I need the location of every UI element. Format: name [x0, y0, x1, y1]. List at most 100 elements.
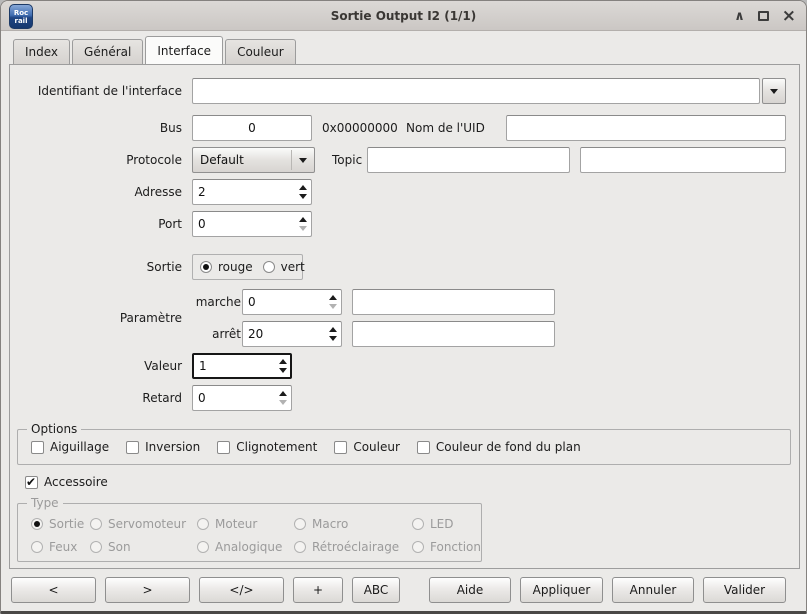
- spin-down-icon[interactable]: [329, 336, 337, 341]
- uid-name-input[interactable]: [506, 115, 786, 141]
- shade-icon[interactable]: ∧: [734, 10, 745, 23]
- valeur-spinner[interactable]: [192, 353, 292, 379]
- options-row: Aiguillage Inversion Clignotement Couleu…: [31, 440, 581, 454]
- checkbox-checked-icon[interactable]: [25, 476, 38, 489]
- protocole-label: Protocole: [10, 147, 182, 173]
- spinner-arrows[interactable]: [329, 321, 337, 347]
- interface-id-input[interactable]: [192, 78, 760, 104]
- topic-label: Topic: [332, 147, 362, 173]
- checkbox-aiguillage[interactable]: Aiguillage: [31, 440, 109, 454]
- xml-button[interactable]: </>: [199, 577, 284, 603]
- checkbox-icon[interactable]: [126, 441, 139, 454]
- radio-icon[interactable]: [263, 261, 275, 273]
- spin-up-icon[interactable]: [279, 391, 287, 396]
- bus-label: Bus: [10, 115, 182, 141]
- marche-spinner[interactable]: [242, 289, 342, 315]
- checkbox-inversion-label: Inversion: [145, 440, 200, 454]
- radio-type-macro-label: Macro: [312, 517, 348, 531]
- checkbox-icon[interactable]: [31, 441, 44, 454]
- adresse-label: Adresse: [10, 179, 182, 205]
- tab-index[interactable]: Index: [13, 39, 70, 64]
- spin-up-icon[interactable]: [299, 217, 307, 222]
- tab-couleur[interactable]: Couleur: [225, 39, 296, 64]
- radio-icon: [90, 518, 102, 530]
- radio-type-sortie: Sortie: [31, 517, 90, 531]
- valeur-input[interactable]: [192, 353, 292, 379]
- window-title: Sortie Output I2 (1/1): [1, 1, 806, 31]
- protocole-select[interactable]: Default: [192, 147, 315, 173]
- spinner-arrows[interactable]: [299, 179, 307, 205]
- add-button[interactable]: +: [293, 577, 343, 603]
- bus-input[interactable]: [192, 115, 312, 141]
- spin-down-icon[interactable]: [279, 400, 287, 405]
- spinner-arrows[interactable]: [279, 385, 287, 411]
- checkbox-clignotement[interactable]: Clignotement: [217, 440, 317, 454]
- spin-down-icon[interactable]: [299, 194, 307, 199]
- dialog-window: Roc rail Sortie Output I2 (1/1) ∧ × Inde…: [0, 0, 807, 614]
- bus-hex-value: 0x00000000: [322, 115, 398, 141]
- retard-spinner[interactable]: [192, 385, 292, 411]
- next-button[interactable]: >: [105, 577, 190, 603]
- spin-down-icon[interactable]: [329, 304, 337, 309]
- checkbox-icon[interactable]: [334, 441, 347, 454]
- spin-down-icon[interactable]: [279, 368, 287, 373]
- checkbox-couleur-fond[interactable]: Couleur de fond du plan: [417, 440, 581, 454]
- checkbox-accessoire-label: Accessoire: [44, 475, 108, 489]
- port-label: Port: [10, 211, 182, 237]
- checkbox-icon[interactable]: [217, 441, 230, 454]
- radio-type-analogique-label: Analogique: [215, 540, 282, 554]
- checkbox-inversion[interactable]: Inversion: [126, 440, 200, 454]
- port-input[interactable]: [192, 211, 312, 237]
- spinner-arrows[interactable]: [279, 353, 287, 379]
- marche-text-input[interactable]: [352, 289, 555, 315]
- spin-down-icon[interactable]: [299, 226, 307, 231]
- prev-button[interactable]: <: [11, 577, 96, 603]
- spinner-arrows[interactable]: [329, 289, 337, 315]
- radio-type-fonction-label: Fonction: [430, 540, 481, 554]
- maximize-icon[interactable]: [758, 11, 769, 21]
- cancel-button[interactable]: Annuler: [612, 577, 694, 603]
- checkbox-couleur[interactable]: Couleur: [334, 440, 400, 454]
- arret-input[interactable]: [242, 321, 342, 347]
- radio-type-analogique: Analogique: [197, 540, 294, 554]
- tab-general[interactable]: Général: [72, 39, 143, 64]
- options-groupbox: Options Aiguillage Inversion Clignotemen…: [17, 429, 791, 465]
- radio-type-macro: Macro: [294, 517, 412, 531]
- arret-spinner[interactable]: [242, 321, 342, 347]
- radio-selected-icon[interactable]: [200, 261, 212, 273]
- marche-input[interactable]: [242, 289, 342, 315]
- topic-input-2[interactable]: [580, 147, 786, 173]
- radio-vert[interactable]: vert: [263, 260, 305, 274]
- spin-up-icon[interactable]: [329, 295, 337, 300]
- radio-type-moteur: Moteur: [197, 517, 294, 531]
- spin-up-icon[interactable]: [329, 327, 337, 332]
- port-spinner[interactable]: [192, 211, 312, 237]
- arret-text-input[interactable]: [352, 321, 555, 347]
- spinner-arrows[interactable]: [299, 211, 307, 237]
- spin-up-icon[interactable]: [299, 185, 307, 190]
- valeur-label: Valeur: [10, 353, 182, 379]
- checkbox-icon[interactable]: [417, 441, 430, 454]
- title-bar[interactable]: Roc rail Sortie Output I2 (1/1) ∧ ×: [1, 1, 806, 31]
- help-button[interactable]: Aide: [429, 577, 511, 603]
- ok-button[interactable]: Valider: [703, 577, 786, 603]
- protocole-selected-value: Default: [200, 148, 244, 172]
- radio-rouge[interactable]: rouge: [200, 260, 253, 274]
- topic-input-1[interactable]: [367, 147, 570, 173]
- radio-icon: [294, 541, 306, 553]
- adresse-spinner[interactable]: [192, 179, 312, 205]
- retard-input[interactable]: [192, 385, 292, 411]
- apply-button[interactable]: Appliquer: [520, 577, 603, 603]
- parametre-label: Paramètre: [10, 305, 182, 331]
- radio-rouge-label: rouge: [218, 260, 253, 274]
- radio-type-feux: Feux: [31, 540, 90, 554]
- interface-id-dropdown-button[interactable]: [762, 78, 786, 104]
- tab-interface[interactable]: Interface: [145, 36, 223, 64]
- close-icon[interactable]: ×: [782, 9, 796, 24]
- checkbox-accessoire[interactable]: Accessoire: [25, 475, 108, 489]
- spin-up-icon[interactable]: [279, 359, 287, 364]
- uid-name-label: Nom de l'UID: [406, 115, 485, 141]
- abc-button[interactable]: ABC: [352, 577, 400, 603]
- adresse-input[interactable]: [192, 179, 312, 205]
- radio-icon: [90, 541, 102, 553]
